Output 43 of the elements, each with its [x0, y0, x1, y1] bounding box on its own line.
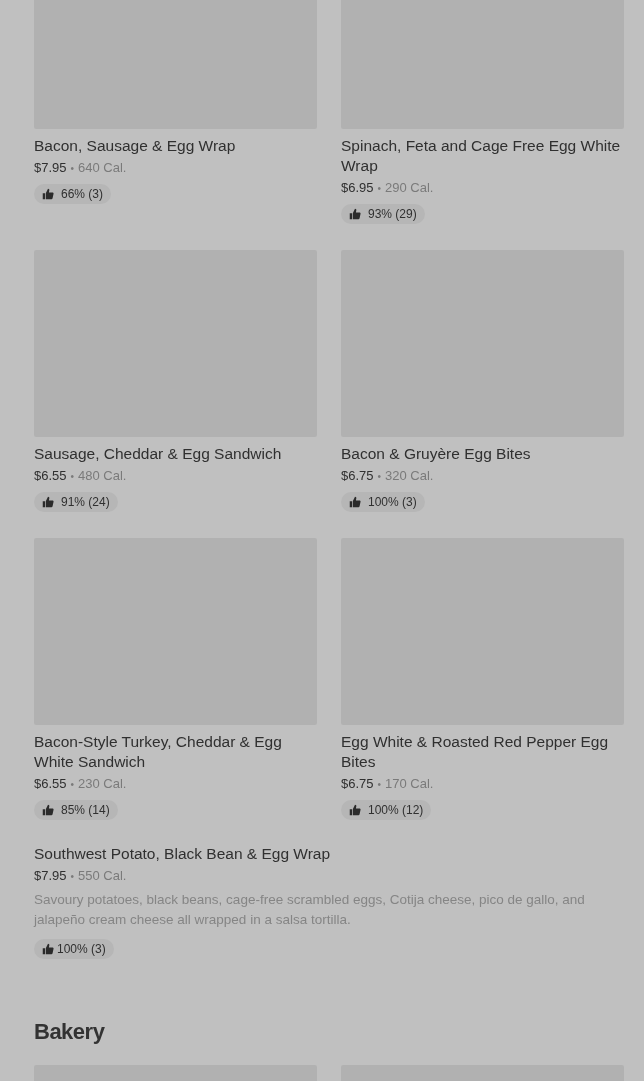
thumbs-up-icon	[349, 804, 361, 816]
item-calories: 230 Cal.	[78, 775, 127, 793]
thumbs-up-icon	[349, 208, 361, 220]
item-calories: 550 Cal.	[78, 867, 127, 885]
separator-dot: •	[377, 470, 382, 484]
item-calories: 320 Cal.	[385, 467, 434, 485]
item-price: $6.55	[34, 467, 67, 485]
item-price: $6.75	[341, 467, 374, 485]
section-heading: Bakery	[34, 1019, 106, 1045]
item-price: $7.95	[34, 159, 67, 177]
item-price: $6.95	[341, 179, 374, 197]
separator-dot: •	[70, 162, 75, 176]
rating-text: 85% (14)	[61, 803, 110, 817]
thumbs-up-icon	[42, 804, 54, 816]
thumbs-up-icon	[42, 188, 54, 200]
separator-dot: •	[70, 870, 75, 884]
item-title[interactable]: Bacon-Style Turkey, Cheddar & Egg White Sandwich	[34, 732, 317, 772]
item-title[interactable]: Sausage, Cheddar & Egg Sandwich	[34, 444, 282, 464]
item-price: $6.55	[34, 775, 67, 793]
item-title[interactable]: Bacon & Gruyère Egg Bites	[341, 444, 531, 464]
item-calories: 170 Cal.	[385, 775, 434, 793]
thumbs-up-icon	[42, 943, 54, 955]
rating-text: 100% (12)	[368, 803, 424, 817]
rating-text: 100% (3)	[57, 942, 106, 956]
item-calories: 290 Cal.	[385, 179, 434, 197]
rating-text: 93% (29)	[368, 207, 417, 221]
item-price: $7.95	[34, 867, 67, 885]
item-calories: 640 Cal.	[78, 159, 127, 177]
separator-dot: •	[70, 778, 75, 792]
separator-dot: •	[70, 470, 75, 484]
rating-text: 66% (3)	[61, 187, 104, 201]
item-title[interactable]: Bacon, Sausage & Egg Wrap	[34, 136, 236, 156]
item-price: $6.75	[341, 775, 374, 793]
thumbs-up-icon	[349, 496, 361, 508]
item-title[interactable]: Spinach, Feta and Cage Free Egg White Wrap	[341, 136, 624, 176]
rating-text: 100% (3)	[368, 495, 417, 509]
item-title[interactable]: Southwest Potato, Black Bean & Egg Wrap	[34, 844, 331, 864]
separator-dot: •	[377, 182, 382, 196]
thumbs-up-icon	[42, 496, 54, 508]
separator-dot: •	[377, 778, 382, 792]
item-calories: 480 Cal.	[78, 467, 127, 485]
rating-text: 91% (24)	[61, 495, 110, 509]
item-title[interactable]: Egg White & Roasted Red Pepper Egg Bites	[341, 732, 624, 772]
